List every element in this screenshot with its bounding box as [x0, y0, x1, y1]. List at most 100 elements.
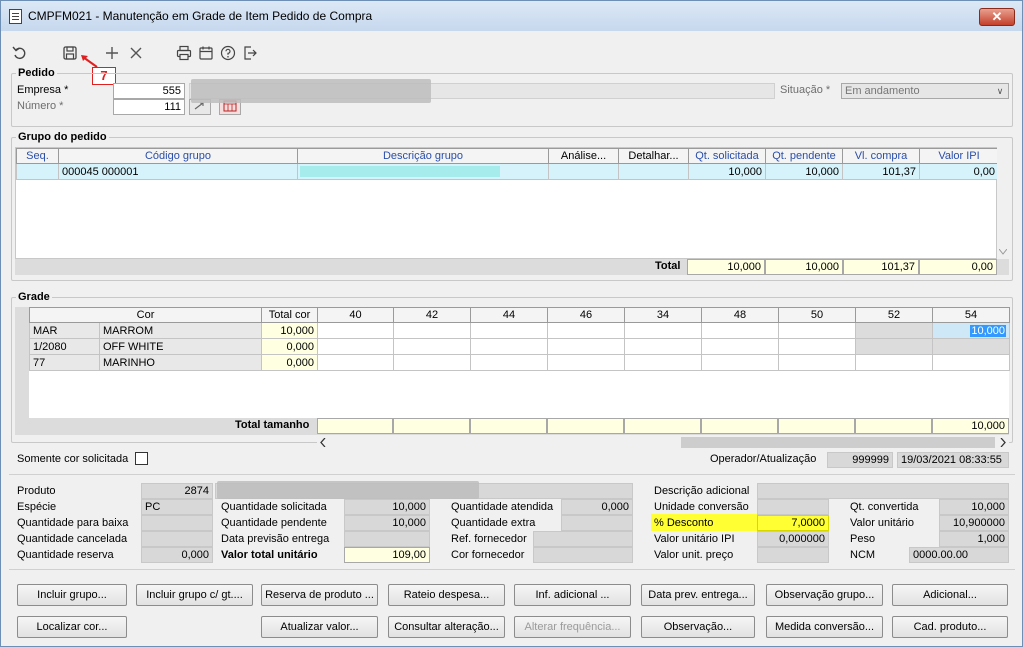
col-size-46[interactable]: 46	[547, 307, 626, 323]
cell-cor-code[interactable]: MAR	[29, 322, 100, 339]
col-size-48[interactable]: 48	[701, 307, 780, 323]
cell-size[interactable]	[547, 322, 626, 339]
cad-produto-button[interactable]: Cad. produto...	[892, 616, 1008, 638]
grade-horizontal-scrollbar[interactable]	[317, 436, 1009, 449]
exit-icon[interactable]	[241, 44, 259, 62]
inf-adicional-button[interactable]: Inf. adicional ...	[514, 584, 631, 606]
table-row[interactable]: 77 MARINHO 0,000	[29, 354, 1011, 371]
cell-cor-code[interactable]: 77	[29, 354, 100, 371]
cell-vl-compra[interactable]: 101,37	[842, 163, 920, 180]
cell-valor-ipi[interactable]: 0,00	[919, 163, 999, 180]
reserva-produto-button[interactable]: Reserva de produto ...	[261, 584, 378, 606]
cell-size[interactable]	[778, 354, 857, 371]
cell-size[interactable]	[624, 354, 703, 371]
empresa-field[interactable]: 555	[113, 83, 185, 99]
cell-cor-name[interactable]: MARROM	[98, 322, 263, 339]
table-row[interactable]: MAR MARROM 10,000 10,000	[29, 322, 1011, 339]
table-row[interactable]: 000045 000001 10,000 10,000 101,37 0,00	[16, 163, 999, 180]
table-row[interactable]: 1/2080 OFF WHITE 0,000	[29, 338, 1011, 355]
save-icon[interactable]	[61, 44, 79, 62]
close-button[interactable]: ✕	[979, 8, 1015, 26]
desconto-field[interactable]: 7,0000	[757, 515, 829, 531]
cell-size[interactable]	[932, 338, 1011, 355]
add-icon[interactable]	[103, 44, 121, 62]
medida-conversao-button[interactable]: Medida conversão...	[766, 616, 883, 638]
cell-size[interactable]	[547, 354, 626, 371]
cell-size[interactable]	[855, 354, 934, 371]
cell-qt-solicitada[interactable]: 10,000	[688, 163, 766, 180]
col-vl-compra[interactable]: Vl. compra	[842, 148, 920, 164]
cell-seq[interactable]	[16, 163, 59, 180]
col-size-34[interactable]: 34	[624, 307, 703, 323]
grupo-scrollbar[interactable]	[997, 147, 1009, 259]
cell-size[interactable]	[317, 338, 395, 355]
incluir-grupo-button[interactable]: Incluir grupo...	[17, 584, 127, 606]
numero-field[interactable]: 111	[113, 99, 185, 115]
somente-cor-checkbox[interactable]	[135, 452, 148, 465]
situacao-select[interactable]: Em andamento ∨	[841, 83, 1009, 99]
localizar-cor-button[interactable]: Localizar cor...	[17, 616, 127, 638]
cell-size[interactable]	[855, 338, 934, 355]
col-seq[interactable]: Seq.	[16, 148, 59, 164]
cell-qt-pendente[interactable]: 10,000	[765, 163, 843, 180]
cell-size[interactable]	[317, 354, 395, 371]
undo-icon[interactable]	[11, 44, 29, 62]
col-size-52[interactable]: 52	[855, 307, 934, 323]
atualizar-valor-button[interactable]: Atualizar valor...	[261, 616, 378, 638]
print-icon[interactable]	[175, 44, 193, 62]
col-detalhar[interactable]: Detalhar...	[618, 148, 689, 164]
col-codigo-grupo[interactable]: Código grupo	[58, 148, 298, 164]
cell-size[interactable]	[701, 322, 780, 339]
cell-cor-name[interactable]: MARINHO	[98, 354, 263, 371]
incluir-grupo-gt-button[interactable]: Incluir grupo c/ gt....	[136, 584, 253, 606]
cell-size[interactable]	[778, 338, 857, 355]
cell-size[interactable]	[547, 338, 626, 355]
cell-size[interactable]	[701, 354, 780, 371]
col-qt-solicitada[interactable]: Qt. solicitada	[688, 148, 766, 164]
cell-size[interactable]	[778, 322, 857, 339]
cell-size[interactable]	[470, 322, 549, 339]
cell-cor-code[interactable]: 1/2080	[29, 338, 100, 355]
col-descricao-grupo[interactable]: Descrição grupo	[297, 148, 549, 164]
cell-size[interactable]	[393, 354, 472, 371]
consultar-alteracao-button[interactable]: Consultar alteração...	[388, 616, 505, 638]
col-size-40[interactable]: 40	[317, 307, 395, 323]
col-total-cor[interactable]: Total cor	[261, 307, 319, 323]
col-size-54[interactable]: 54	[932, 307, 1011, 323]
cell-size[interactable]	[624, 322, 703, 339]
data-prev-entrega-button[interactable]: Data prev. entrega...	[641, 584, 755, 606]
help-icon[interactable]	[219, 44, 237, 62]
chevron-right-icon[interactable]	[1000, 438, 1006, 447]
cell-size[interactable]	[701, 338, 780, 355]
adicional-button[interactable]: Adicional...	[892, 584, 1008, 606]
chevron-left-icon[interactable]	[320, 438, 326, 447]
cell-size-selected[interactable]: 10,000	[932, 322, 1011, 339]
cell-size[interactable]	[393, 338, 472, 355]
calendar-icon[interactable]	[197, 44, 215, 62]
cell-size[interactable]	[932, 354, 1011, 371]
cell-cor-name[interactable]: OFF WHITE	[98, 338, 263, 355]
cell-size[interactable]	[470, 338, 549, 355]
cell-size[interactable]	[393, 322, 472, 339]
delete-icon[interactable]	[127, 44, 145, 62]
cell-size[interactable]	[470, 354, 549, 371]
col-size-42[interactable]: 42	[393, 307, 472, 323]
scrollbar-thumb[interactable]	[681, 437, 995, 448]
observacao-button[interactable]: Observação...	[641, 616, 755, 638]
col-size-50[interactable]: 50	[778, 307, 857, 323]
col-valor-ipi[interactable]: Valor IPI	[919, 148, 999, 164]
valor-unit-preco-field	[757, 547, 829, 563]
cell-codigo[interactable]: 000045 000001	[58, 163, 298, 180]
col-cor[interactable]: Cor	[28, 307, 263, 323]
cell-descricao[interactable]	[297, 163, 549, 180]
cell-size[interactable]	[317, 322, 395, 339]
col-analise[interactable]: Análise...	[548, 148, 619, 164]
cell-analise[interactable]	[548, 163, 619, 180]
cell-size[interactable]	[855, 322, 934, 339]
rateio-despesa-button[interactable]: Rateio despesa...	[388, 584, 505, 606]
col-qt-pendente[interactable]: Qt. pendente	[765, 148, 843, 164]
cell-detalhar[interactable]	[618, 163, 689, 180]
observacao-grupo-button[interactable]: Observação grupo...	[766, 584, 883, 606]
cell-size[interactable]	[624, 338, 703, 355]
col-size-44[interactable]: 44	[470, 307, 549, 323]
